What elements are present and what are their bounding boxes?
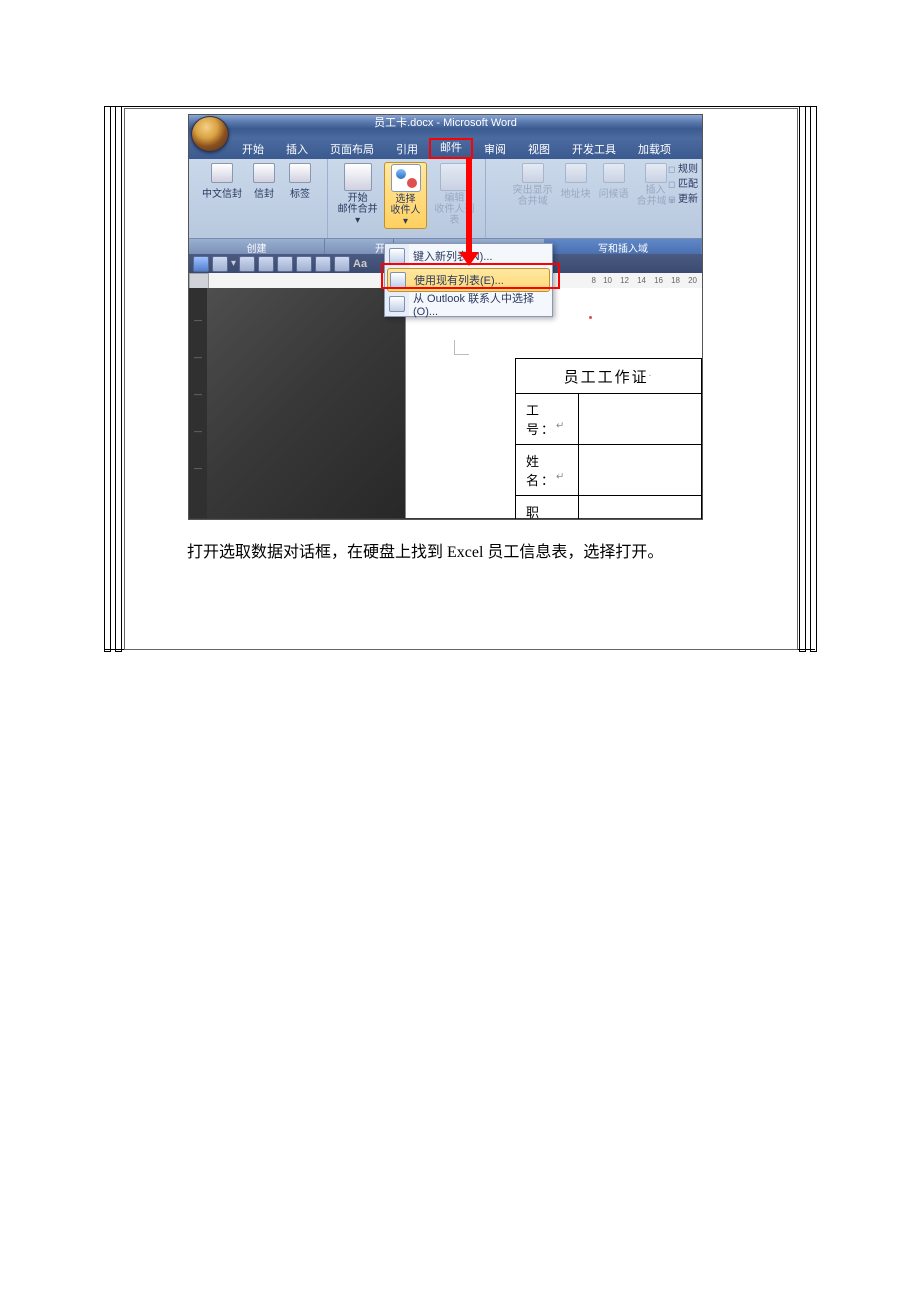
ribbon-group-create: 中文信封 信封 标签 xyxy=(189,159,328,238)
label-start-merge: 开始邮件合并 ▾ xyxy=(336,193,379,226)
ribbon-side-items: 规则 匹配 更新 xyxy=(668,162,698,207)
btn-edit-recipients[interactable]: 编辑收件人列表 xyxy=(429,162,480,229)
edit-list-icon xyxy=(440,163,468,191)
highlight-icon xyxy=(522,163,544,183)
row-position-label: 职位：↵ xyxy=(516,496,579,521)
tab-layout[interactable]: 页面布局 xyxy=(319,138,385,159)
ribbon-group-start: 开始邮件合并 ▾ 选择收件人 ▾ 编辑收件人列表 xyxy=(328,159,486,238)
envelope-icon xyxy=(211,163,233,183)
cursor-marker xyxy=(589,316,592,319)
window-title: 员工卡.docx - Microsoft Word xyxy=(189,115,702,130)
group-label-create: 创建 xyxy=(189,239,325,254)
menu-new-list-label: 键入新列表(N)... xyxy=(413,248,492,264)
tab-start[interactable]: 开始 xyxy=(231,138,275,159)
side-rules[interactable]: 规则 xyxy=(668,162,698,177)
btn-address[interactable]: 地址块 xyxy=(558,162,594,208)
table-border-top xyxy=(104,106,815,107)
employee-card-table: 员工工作证. 工号：↵ 姓名：↵ 职位：↵ xyxy=(515,358,702,520)
row-id-value[interactable] xyxy=(579,394,702,445)
label-labels: 标签 xyxy=(290,185,310,200)
document-page[interactable]: 员工工作证. 工号：↵ 姓名：↵ 职位：↵ xyxy=(406,288,702,518)
menu-from-outlook-label: 从 Outlook 联系人中选择(O)... xyxy=(413,290,548,318)
watermark: www.bdocx.com xyxy=(125,602,797,650)
btn-envelope[interactable]: 信封 xyxy=(247,162,281,201)
instruction-text: 打开选取数据对话框，在硬盘上找到 Excel 员工信息表，选择打开。 xyxy=(155,539,767,567)
group-label-fields: 写和插入域 xyxy=(545,239,702,254)
titlebar: 员工卡.docx - Microsoft Word xyxy=(189,115,702,138)
insert-field-icon xyxy=(645,163,667,183)
btn-start-merge[interactable]: 开始邮件合并 ▾ xyxy=(333,162,382,229)
row-name-value[interactable] xyxy=(579,445,702,496)
label-select-recipients: 选择收件人 ▾ xyxy=(388,194,422,227)
navigation-panel: — — — — — xyxy=(189,288,406,518)
qat-icon[interactable] xyxy=(239,256,255,272)
table-border-2 xyxy=(115,106,122,652)
label-address: 地址块 xyxy=(561,185,591,200)
new-list-icon xyxy=(389,248,405,264)
btn-highlight-field[interactable]: 突出显示合并域 xyxy=(510,162,556,208)
tab-devtools[interactable]: 开发工具 xyxy=(561,138,627,159)
outlook-icon xyxy=(389,296,405,312)
qat-icon[interactable] xyxy=(334,256,350,272)
envelope-icon xyxy=(253,163,275,183)
row-name-label: 姓名：↵ xyxy=(516,445,579,496)
tab-review[interactable]: 审阅 xyxy=(473,138,517,159)
label-icon xyxy=(289,163,311,183)
table-border-r1 xyxy=(799,106,806,652)
row-position-value[interactable] xyxy=(579,496,702,521)
qat-icon[interactable] xyxy=(296,256,312,272)
content-cell: 员工卡.docx - Microsoft Word 开始 插入 页面布局 引用 … xyxy=(124,108,798,650)
greeting-icon xyxy=(603,163,625,183)
word-screenshot: 员工卡.docx - Microsoft Word 开始 插入 页面布局 引用 … xyxy=(188,114,703,520)
qat-icon[interactable] xyxy=(315,256,331,272)
menu-use-existing[interactable]: 使用现有列表(E)... xyxy=(387,268,550,292)
tab-addins[interactable]: 加载项 xyxy=(627,138,682,159)
btn-greeting[interactable]: 问候语 xyxy=(596,162,632,208)
address-icon xyxy=(565,163,587,183)
label-highlight: 突出显示合并域 xyxy=(513,185,553,207)
ribbon: 中文信封 信封 标签 xyxy=(189,159,702,239)
save-icon[interactable] xyxy=(193,256,209,272)
qat-icon[interactable] xyxy=(277,256,293,272)
tab-insert[interactable]: 插入 xyxy=(275,138,319,159)
people-icon xyxy=(391,164,421,192)
ribbon-group-fields: 突出显示合并域 地址块 问候语 插入合并域 ▾ xyxy=(486,159,702,238)
menu-from-outlook[interactable]: 从 Outlook 联系人中选择(O)... xyxy=(385,292,552,316)
label-envelope: 信封 xyxy=(254,185,274,200)
office-button[interactable] xyxy=(191,116,229,152)
table-border-outer xyxy=(104,106,111,652)
tab-view[interactable]: 视图 xyxy=(517,138,561,159)
qat-icon[interactable] xyxy=(258,256,274,272)
ribbon-tabs: 开始 插入 页面布局 引用 邮件 审阅 视图 开发工具 加载项 xyxy=(189,138,702,159)
vertical-ruler: — — — — — xyxy=(189,288,207,518)
card-title: 员工工作证. xyxy=(516,359,702,394)
side-update[interactable]: 更新 xyxy=(668,192,698,207)
btn-cn-envelope[interactable]: 中文信封 xyxy=(199,162,245,201)
btn-select-recipients[interactable]: 选择收件人 ▾ xyxy=(384,162,426,229)
document-icon xyxy=(344,163,372,191)
label-cn-envelope: 中文信封 xyxy=(202,185,242,200)
undo-icon[interactable] xyxy=(212,256,228,272)
document-area: — — — — — 员工工作证. 工号：↵ xyxy=(189,288,702,518)
tab-reference[interactable]: 引用 xyxy=(385,138,429,159)
page-corner-marker xyxy=(454,340,469,355)
side-match[interactable]: 匹配 xyxy=(668,177,698,192)
menu-use-existing-label: 使用现有列表(E)... xyxy=(414,272,504,288)
existing-list-icon xyxy=(390,272,406,288)
tab-mailings[interactable]: 邮件 xyxy=(429,138,473,159)
label-greeting: 问候语 xyxy=(599,185,629,200)
btn-labels[interactable]: 标签 xyxy=(283,162,317,201)
row-id-label: 工号：↵ xyxy=(516,394,579,445)
table-border-r2 xyxy=(810,106,817,652)
